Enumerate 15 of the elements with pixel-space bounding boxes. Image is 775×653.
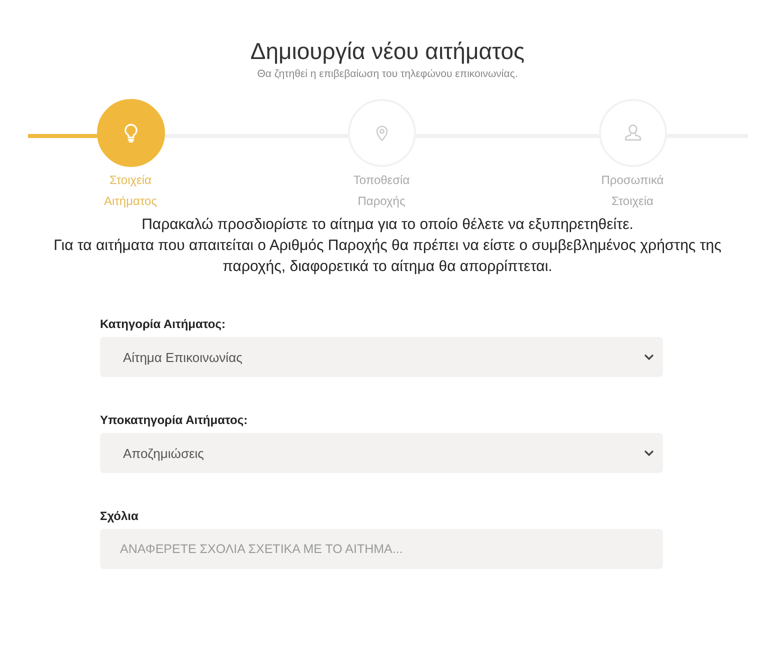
page-title: Δημιουργία νέου αιτήματος	[250, 37, 525, 65]
instruction-text: Για τα αιτήματα που απαιτείται ο Αριθμός Παροχής θα πρέπει να είστε ο συμβεβλημένος χρήστης της παροχής, διαφορετικά το αίτημα θα απορρίπτεται.	[52, 236, 722, 277]
page-subtitle: Θα ζητηθεί η επιβεβαίωση του τηλεφώνου επικοινωνίας.	[257, 68, 518, 80]
step-label: Τοποθεσία Παροχής	[352, 172, 411, 210]
step-label: Προσωπικά Στοιχεία	[600, 172, 665, 210]
chevron-down-icon	[644, 354, 654, 360]
field-label: Σχόλια	[100, 509, 140, 523]
chevron-down-icon	[644, 450, 654, 456]
comment-input[interactable]: ΑΝΑΦΕΡΕΤΕ ΣΧΟΛΙΑ ΣΧΕΤΙΚΑ ΜΕ ΤΟ ΑΙΤΗΜΑ...	[100, 529, 663, 569]
dropdown-field[interactable]: Αίτημα Επικοινωνίας	[100, 337, 663, 377]
step-label: Στοιχεία Αιτήματος	[103, 172, 158, 210]
field-label: Υποκατηγορία Αιτήματος:	[100, 413, 249, 427]
instruction-text: Παρακαλώ προσδιορίστε το αίτημα για το οποίο θέλετε να εξυπηρετηθείτε.	[142, 215, 634, 235]
field-label: Κατηγορία Αιτήματος:	[100, 317, 226, 331]
dropdown-field[interactable]: Αποζημιώσεις	[100, 433, 663, 473]
